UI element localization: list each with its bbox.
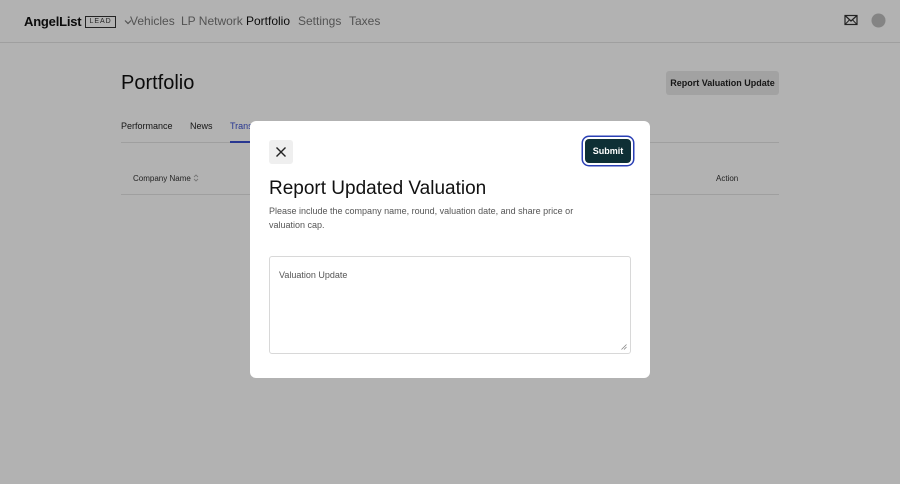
valuation-update-field-wrapper: [269, 256, 631, 354]
close-button[interactable]: [269, 140, 293, 164]
modal-description: Please include the company name, round, …: [269, 206, 574, 230]
submit-button[interactable]: Submit: [585, 139, 631, 163]
valuation-update-textarea[interactable]: [270, 257, 630, 353]
modal-title: Report Updated Valuation: [269, 178, 487, 199]
resize-handle-icon[interactable]: [621, 344, 627, 350]
app-root: AngelList LEAD Vehicles LP Network Portf…: [0, 0, 900, 484]
close-icon: [276, 147, 286, 157]
report-valuation-modal: Submit Report Updated Valuation Please i…: [250, 121, 650, 378]
